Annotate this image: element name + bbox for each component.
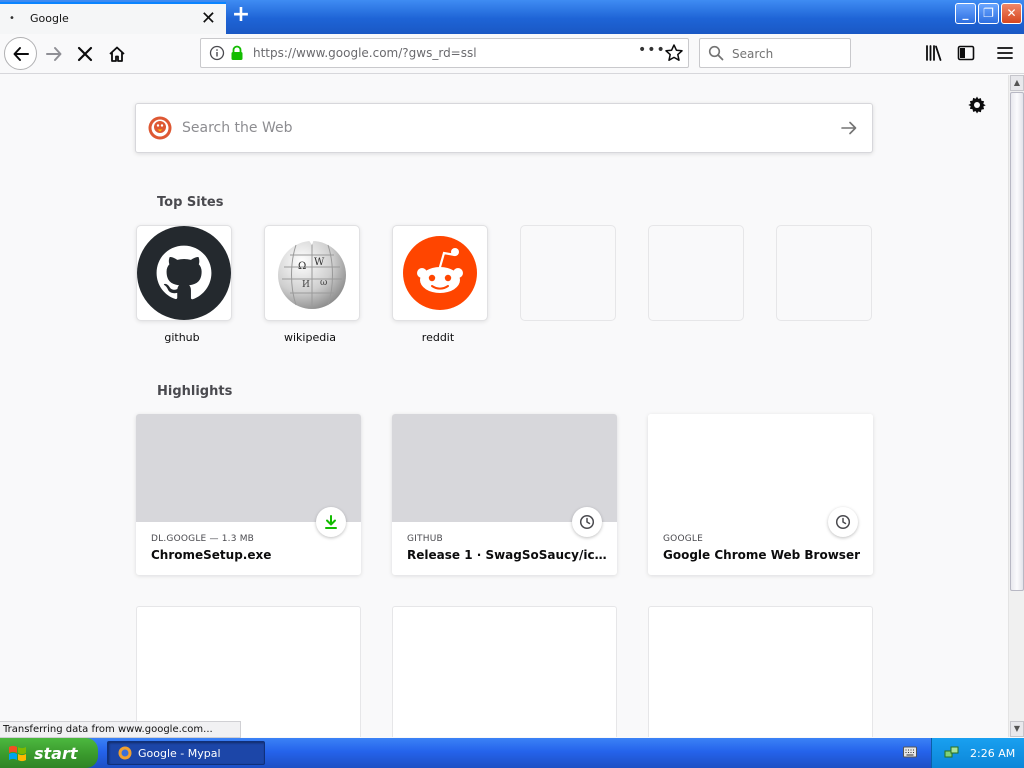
start-label: start (34, 743, 78, 763)
loading-indicator-icon: • (9, 13, 15, 24)
top-site-label: github (164, 331, 200, 344)
svg-text:И: И (302, 280, 310, 290)
home-icon (109, 46, 125, 62)
taskbar-item-label: Google - Mypal (138, 746, 221, 760)
taskbar-item-mypal[interactable]: Google - Mypal (107, 741, 265, 765)
taskbar: start Google - Mypal 2:26 AM (0, 738, 1024, 768)
page-actions-icon[interactable]: ••• (638, 42, 666, 58)
scroll-down-arrow-icon[interactable]: ▼ (1010, 721, 1024, 737)
history-badge (828, 507, 858, 537)
mypal-app-icon (118, 746, 132, 760)
highlight-thumbnail (392, 414, 617, 522)
hamburger-menu-icon[interactable] (996, 44, 1014, 62)
close-window-button[interactable]: ✕ (1001, 3, 1022, 24)
empty-highlight-slot (136, 606, 361, 737)
svg-text:ω: ω (320, 278, 327, 288)
newtab-page: Search the Web Top Sites github Ω W И ω … (0, 75, 1008, 737)
stop-button[interactable] (71, 40, 99, 68)
empty-top-site-slot[interactable] (648, 225, 744, 321)
highlight-thumbnail (136, 414, 361, 522)
search-icon (708, 45, 724, 61)
info-icon[interactable] (209, 45, 225, 61)
stop-icon (77, 46, 93, 62)
top-site-reddit[interactable] (392, 225, 488, 321)
download-icon (325, 515, 337, 529)
lock-icon[interactable] (230, 45, 244, 61)
highlight-thumbnail (648, 414, 873, 522)
network-icon[interactable] (944, 745, 960, 761)
top-sites-heading: Top Sites (157, 195, 224, 210)
nav-toolbar: https://www.google.com/?gws_rd=ssl ••• S… (0, 34, 1024, 74)
reddit-logo-icon (403, 236, 477, 310)
search-go-arrow-icon[interactable] (840, 119, 858, 137)
restore-button[interactable]: ❐ (978, 3, 999, 24)
highlight-host: GOOGLE (663, 534, 704, 544)
vertical-scrollbar[interactable]: ▲ ▼ (1008, 75, 1024, 737)
back-button[interactable] (4, 37, 37, 70)
forward-button[interactable] (40, 40, 68, 68)
top-site-wikipedia[interactable]: Ω W И ω (264, 225, 360, 321)
empty-top-site-slot[interactable] (520, 225, 616, 321)
highlight-host: GITHUB (407, 534, 443, 544)
windows-flag-icon (9, 745, 26, 762)
svg-text:W: W (314, 257, 325, 268)
top-site-label: reddit (421, 331, 455, 344)
top-site-label: wikipedia (283, 331, 336, 344)
keyboard-icon[interactable] (903, 746, 917, 758)
library-icon[interactable] (925, 44, 943, 62)
new-tab-button[interactable]: + (230, 4, 252, 28)
wikipedia-globe-icon: Ω W И ω (278, 239, 346, 309)
tab-title: Google (30, 12, 69, 25)
url-bar[interactable]: https://www.google.com/?gws_rd=ssl ••• (200, 38, 689, 68)
download-badge (316, 507, 346, 537)
clock-icon (579, 514, 595, 530)
clock[interactable]: 2:26 AM (970, 747, 1015, 760)
search-box[interactable]: Search (699, 38, 851, 68)
duckduckgo-logo-icon (148, 116, 172, 140)
gear-icon[interactable] (967, 95, 987, 115)
forward-arrow-icon (46, 47, 62, 61)
empty-highlight-slot (392, 606, 617, 737)
tab-google[interactable]: • Google ✕ (0, 2, 226, 34)
empty-top-site-slot[interactable] (776, 225, 872, 321)
highlight-card[interactable]: DL.GOOGLE — 1.3 MB ChromeSetup.exe (136, 414, 361, 575)
search-placeholder: Search (732, 47, 774, 61)
scroll-up-arrow-icon[interactable]: ▲ (1010, 75, 1024, 91)
empty-highlight-slot (648, 606, 873, 737)
web-search-input[interactable]: Search the Web (135, 103, 873, 153)
sidebar-icon[interactable] (957, 44, 975, 62)
history-badge (572, 507, 602, 537)
clock-icon (835, 514, 851, 530)
highlight-card[interactable]: GOOGLE Google Chrome Web Browser (648, 414, 873, 575)
back-arrow-icon (13, 46, 29, 61)
highlight-host: DL.GOOGLE — 1.3 MB (151, 534, 255, 544)
svg-text:Ω: Ω (298, 261, 306, 272)
system-tray: 2:26 AM (931, 738, 1024, 768)
highlight-title: Google Chrome Web Browser (663, 548, 860, 562)
highlight-title: ChromeSetup.exe (151, 548, 272, 562)
minimize-button[interactable]: _ (955, 3, 976, 24)
title-bar: • Google ✕ + _ ❐ ✕ (0, 0, 1024, 34)
bookmark-star-icon[interactable] (664, 43, 684, 63)
highlights-heading: Highlights (157, 384, 233, 399)
status-bar: Transferring data from www.google.com... (0, 721, 241, 738)
highlight-card[interactable]: GITHUB Release 1 · SwagSoSaucy/icon-vi..… (392, 414, 617, 575)
scrollbar-thumb[interactable] (1010, 92, 1024, 591)
highlight-title: Release 1 · SwagSoSaucy/icon-vi... (407, 548, 607, 562)
start-button[interactable]: start (0, 738, 98, 768)
top-site-github[interactable] (136, 225, 232, 321)
url-text[interactable]: https://www.google.com/?gws_rd=ssl (253, 46, 477, 60)
github-logo-icon (137, 226, 231, 320)
close-tab-icon[interactable]: ✕ (201, 8, 216, 30)
home-button[interactable] (103, 40, 131, 68)
web-search-placeholder: Search the Web (182, 120, 293, 136)
